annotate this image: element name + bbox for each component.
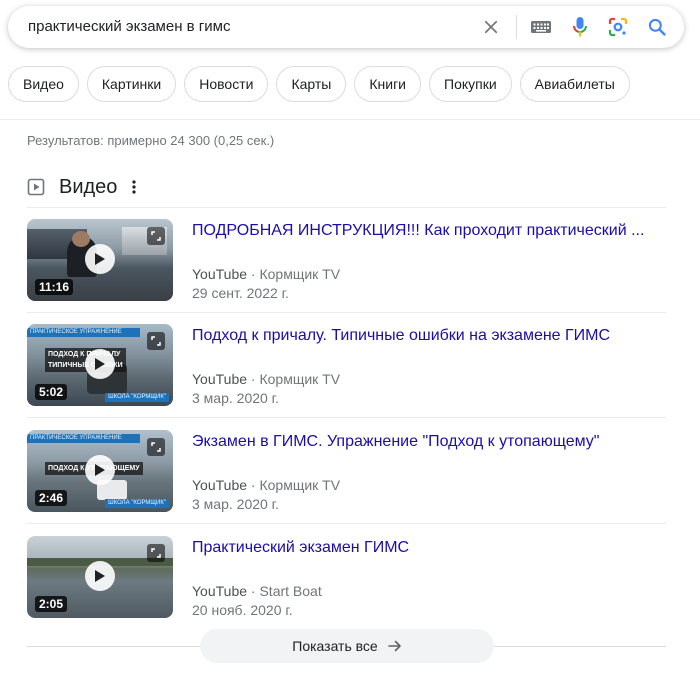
header-divider [0, 119, 700, 120]
video-play-icon [27, 178, 45, 196]
result-stats: Результатов: примерно 24 300 (0,25 сек.) [27, 133, 275, 148]
video-thumbnail[interactable]: ПРАКТИЧЕСКОЕ УПРАЖНЕНИЕ ПОДХОД К УТОПАЮЩ… [27, 430, 173, 512]
search-icon[interactable] [645, 6, 669, 48]
play-icon [85, 561, 115, 591]
keyboard-icon[interactable] [529, 6, 553, 48]
expand-icon[interactable] [147, 332, 165, 350]
play-icon [85, 244, 115, 274]
video-duration: 2:46 [35, 490, 68, 506]
video-section-title: Видео [59, 175, 118, 198]
thumbnail-brand: ШКОЛА "КОРМЩИК" [105, 393, 169, 402]
show-all-label: Показать все [292, 638, 378, 654]
video-section-header: Видео [27, 175, 137, 199]
video-duration: 2:05 [35, 596, 68, 612]
video-thumbnail[interactable]: 2:05 [27, 536, 173, 618]
search-input[interactable]: практический экзамен в гимс [28, 6, 230, 48]
expand-icon[interactable] [147, 438, 165, 456]
chip-shopping[interactable]: Покупки [429, 66, 512, 102]
chip-books[interactable]: Книги [354, 66, 421, 102]
arrow-right-icon [387, 640, 402, 652]
video-source: YouTube · Кормщик TV [192, 477, 341, 493]
video-channel: Start Boat [259, 583, 322, 599]
expand-icon[interactable] [147, 227, 165, 245]
filter-chips: Видео Картинки Новости Карты Книги Покуп… [8, 66, 630, 102]
video-platform: YouTube [192, 583, 248, 599]
chip-flights[interactable]: Авиабилеты [519, 66, 630, 102]
clear-icon[interactable] [480, 6, 502, 48]
video-duration: 5:02 [35, 384, 68, 400]
microphone-icon[interactable] [569, 6, 591, 48]
video-source: YouTube · Кормщик TV [192, 266, 341, 282]
video-channel: Кормщик TV [259, 477, 341, 493]
expand-icon[interactable] [147, 544, 165, 562]
thumbnail-brand: ШКОЛА "КОРМЩИК" [105, 499, 169, 508]
video-title-link[interactable]: Подход к причалу. Типичные ошибки на экз… [192, 326, 666, 346]
video-result[interactable]: ПРАКТИЧЕСКОЕ УПРАЖНЕНИЕ ПОДХОД К УТОПАЮЩ… [27, 430, 666, 512]
search-divider [516, 15, 517, 39]
search-bar[interactable]: практический экзамен в гимс [8, 6, 684, 48]
thumbnail-band: ПРАКТИЧЕСКОЕ УПРАЖНЕНИЕ [27, 328, 140, 337]
video-date: 3 мар. 2020 г. [192, 390, 279, 406]
video-platform: YouTube [192, 477, 248, 493]
video-title-link[interactable]: ПОДРОБНАЯ ИНСТРУКЦИЯ!!! Как проходит пра… [192, 221, 666, 241]
video-source: YouTube · Start Boat [192, 583, 322, 599]
chip-images[interactable]: Картинки [86, 66, 177, 102]
video-result[interactable]: 11:16 ПОДРОБНАЯ ИНСТРУКЦИЯ!!! Как проход… [27, 219, 666, 301]
video-result[interactable]: ПРАКТИЧЕСКОЕ УПРАЖНЕНИЕ ПОДХОД К ПРИЧАЛУ… [27, 324, 666, 406]
divider [27, 417, 666, 418]
video-title-link[interactable]: Экзамен в ГИМС. Упражнение "Подход к уто… [192, 432, 666, 452]
video-platform: YouTube [192, 371, 248, 387]
video-platform: YouTube [192, 266, 248, 282]
divider [27, 312, 666, 313]
chip-news[interactable]: Новости [184, 66, 269, 102]
chip-maps[interactable]: Карты [276, 66, 347, 102]
video-channel: Кормщик TV [259, 371, 341, 387]
show-all-button[interactable]: Показать все [200, 629, 494, 663]
video-thumbnail[interactable]: ПРАКТИЧЕСКОЕ УПРАЖНЕНИЕ ПОДХОД К ПРИЧАЛУ… [27, 324, 173, 406]
video-duration: 11:16 [35, 279, 74, 295]
divider [27, 523, 666, 524]
video-date: 3 мар. 2020 г. [192, 496, 279, 512]
video-result[interactable]: 2:05 Практический экзамен ГИМС YouTube ·… [27, 536, 666, 618]
chip-video[interactable]: Видео [8, 66, 79, 102]
video-channel: Кормщик TV [259, 266, 341, 282]
lens-icon[interactable] [607, 6, 629, 48]
more-vert-icon[interactable] [131, 179, 137, 195]
video-date: 29 сент. 2022 г. [192, 285, 289, 301]
divider [27, 207, 666, 208]
video-title-link[interactable]: Практический экзамен ГИМС [192, 538, 666, 558]
video-thumbnail[interactable]: 11:16 [27, 219, 173, 301]
thumbnail-band: ПРАКТИЧЕСКОЕ УПРАЖНЕНИЕ [27, 434, 140, 443]
play-icon [85, 455, 115, 485]
video-date: 20 нояб. 2020 г. [192, 602, 293, 618]
video-source: YouTube · Кормщик TV [192, 371, 341, 387]
play-icon [85, 349, 115, 379]
